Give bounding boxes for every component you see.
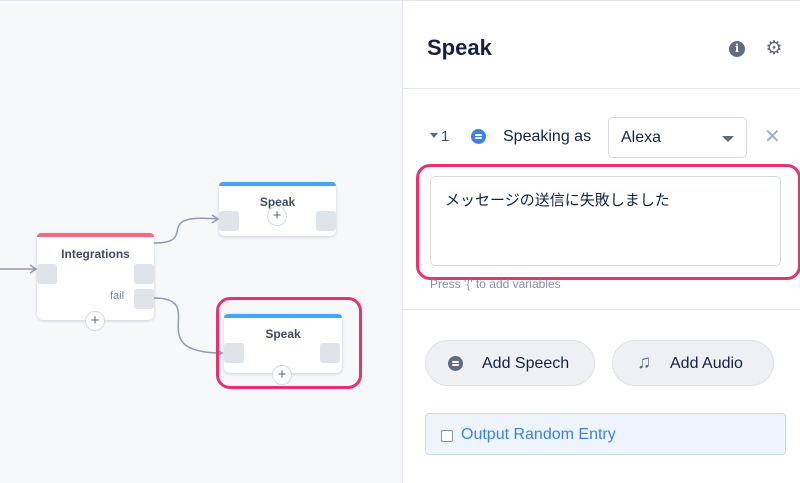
voice-select[interactable]: Alexa <box>608 117 747 158</box>
success-port[interactable] <box>134 264 154 284</box>
input-port[interactable] <box>219 211 239 231</box>
block-color-bar <box>37 233 154 237</box>
chevron-down-icon <box>722 136 734 142</box>
add-step-button[interactable]: + <box>267 206 287 226</box>
collapse-caret-icon[interactable] <box>430 133 438 138</box>
connector-fail <box>153 297 223 354</box>
fail-port[interactable] <box>134 289 154 309</box>
input-port[interactable] <box>37 264 57 284</box>
speech-item-index: 1 <box>441 128 450 145</box>
music-note-icon: ♫ <box>637 352 652 373</box>
editor-panel: Speak i ⚙ 1 Speaking as Alexa ✕ メッセージの送信… <box>402 0 800 483</box>
block-title: Integrations <box>61 247 130 261</box>
add-audio-button[interactable]: ♫ Add Audio <box>612 340 774 386</box>
speech-bubble-icon <box>471 129 486 144</box>
add-speech-label: Add Speech <box>482 355 570 372</box>
block-color-bar <box>219 182 336 186</box>
divider <box>403 309 800 310</box>
output-random-label: Output Random Entry <box>461 426 616 443</box>
selection-highlight <box>216 297 362 389</box>
close-icon[interactable]: ✕ <box>764 125 781 149</box>
panel-title: Speak <box>427 35 492 60</box>
speech-item-header: 1 Speaking as Alexa ✕ <box>403 116 800 160</box>
flow-canvas[interactable]: Speak + Integrations fail + Speak + <box>0 0 402 483</box>
output-random-checkbox[interactable] <box>441 430 453 442</box>
speaking-as-label: Speaking as <box>503 128 592 145</box>
output-port[interactable] <box>316 211 336 231</box>
input-highlight <box>416 164 800 280</box>
panel-header: Speak i ⚙ <box>403 1 800 89</box>
add-step-button[interactable]: + <box>85 311 105 331</box>
gear-icon[interactable]: ⚙ <box>764 39 784 59</box>
variables-hint: Press '{' to add variables <box>430 277 561 291</box>
fail-label: fail <box>110 290 125 302</box>
add-audio-label: Add Audio <box>670 355 743 372</box>
connector-success <box>153 217 219 244</box>
output-random-entry-option[interactable]: Output Random Entry <box>425 413 786 455</box>
integrations-block[interactable]: Integrations fail <box>37 233 154 320</box>
info-icon[interactable]: i <box>729 41 745 57</box>
speech-bubble-icon <box>448 356 463 371</box>
add-speech-button[interactable]: Add Speech <box>425 340 595 386</box>
voice-select-value: Alexa <box>621 129 662 146</box>
